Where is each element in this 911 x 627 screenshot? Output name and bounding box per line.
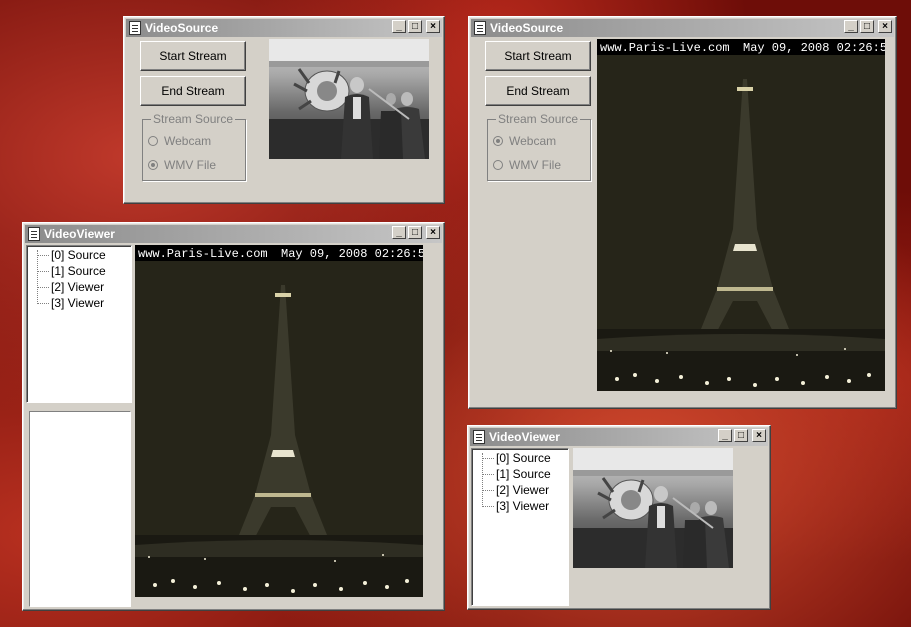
window-title: VideoSource <box>490 21 564 35</box>
radio-label: Webcam <box>164 134 212 148</box>
start-stream-button[interactable]: Start Stream <box>485 41 591 71</box>
radio-button[interactable] <box>493 160 503 170</box>
start-stream-button[interactable]: Start Stream <box>140 41 246 71</box>
radio-wmv-file[interactable]: WMV File <box>148 158 216 172</box>
radio-webcam[interactable]: Webcam <box>493 134 556 148</box>
app-icon[interactable] <box>474 21 486 35</box>
stream-source-group: Stream Source Webcam WMV File <box>142 112 246 181</box>
title-bar[interactable]: VideoSource _ □ × <box>126 19 442 37</box>
title-bar[interactable]: VideoSource _ □ × <box>471 19 894 37</box>
window-title: VideoSource <box>145 21 219 35</box>
tree-item[interactable]: [2] Viewer <box>482 483 549 497</box>
tree-item[interactable]: [3] Viewer <box>482 499 549 513</box>
close-icon[interactable]: × <box>752 429 766 442</box>
window-title: VideoViewer <box>489 430 560 444</box>
video-viewer-window-2[interactable]: VideoViewer _ □ × [0] Source [1] Source … <box>467 425 771 610</box>
video-preview <box>269 39 429 159</box>
video-preview: www.Paris-Live.com May 09, 2008 02:26:54 <box>597 39 885 391</box>
radio-label: WMV File <box>509 158 561 172</box>
stream-source-group: Stream Source Webcam WMV File <box>487 112 591 181</box>
tree-item[interactable]: [1] Source <box>482 467 551 481</box>
eiffel-tower-night-photo <box>135 245 423 597</box>
video-source-window-2[interactable]: VideoSource _ □ × Start Stream End Strea… <box>468 16 897 409</box>
stream-tree-view[interactable]: [0] Source [1] Source [2] Viewer [3] Vie… <box>26 245 132 403</box>
group-label: Stream Source <box>151 112 236 126</box>
radio-label: WMV File <box>164 158 216 172</box>
plane-photo <box>573 448 733 568</box>
app-icon[interactable] <box>473 430 485 444</box>
video-source-window-1[interactable]: VideoSource _ □ × Start Stream End Strea… <box>123 16 445 204</box>
app-icon[interactable] <box>129 21 141 35</box>
maximize-icon[interactable]: □ <box>860 20 874 33</box>
radio-button[interactable] <box>148 136 158 146</box>
maximize-icon[interactable]: □ <box>408 226 422 239</box>
plane-photo <box>269 39 429 159</box>
details-panel[interactable] <box>29 411 131 607</box>
title-bar[interactable]: VideoViewer _ □ × <box>25 225 442 243</box>
stream-tree-view[interactable]: [0] Source [1] Source [2] Viewer [3] Vie… <box>471 448 569 606</box>
video-overlay-site: www.Paris-Live.com <box>138 247 268 261</box>
close-icon[interactable]: × <box>426 20 440 33</box>
video-overlay-datetime: May 09, 2008 02:26:54 <box>743 41 885 55</box>
eiffel-tower-night-photo <box>597 39 885 391</box>
app-icon[interactable] <box>28 227 40 241</box>
minimize-icon[interactable]: _ <box>844 20 858 33</box>
close-icon[interactable]: × <box>878 20 892 33</box>
minimize-icon[interactable]: _ <box>392 20 406 33</box>
title-bar[interactable]: VideoViewer _ □ × <box>470 428 768 446</box>
maximize-icon[interactable]: □ <box>408 20 422 33</box>
tree-item[interactable]: [0] Source <box>482 451 551 465</box>
video-viewer-window-1[interactable]: VideoViewer _ □ × [0] Source [1] Source … <box>22 222 445 611</box>
tree-item[interactable]: [3] Viewer <box>37 296 104 310</box>
radio-label: Webcam <box>509 134 557 148</box>
video-overlay-site: www.Paris-Live.com <box>600 41 730 55</box>
end-stream-button[interactable]: End Stream <box>140 76 246 106</box>
tree-item[interactable]: [0] Source <box>37 248 106 262</box>
radio-webcam[interactable]: Webcam <box>148 134 211 148</box>
group-label: Stream Source <box>496 112 581 126</box>
window-title: VideoViewer <box>44 227 115 241</box>
radio-button-selected[interactable] <box>148 160 158 170</box>
video-overlay-datetime: May 09, 2008 02:26:54 <box>281 247 423 261</box>
video-display: www.Paris-Live.com May 09, 2008 02:26:54 <box>135 245 423 597</box>
minimize-icon[interactable]: _ <box>392 226 406 239</box>
close-icon[interactable]: × <box>426 226 440 239</box>
radio-button-selected[interactable] <box>493 136 503 146</box>
end-stream-button[interactable]: End Stream <box>485 76 591 106</box>
tree-item[interactable]: [2] Viewer <box>37 280 104 294</box>
maximize-icon[interactable]: □ <box>734 429 748 442</box>
tree-item[interactable]: [1] Source <box>37 264 106 278</box>
video-display <box>573 448 733 568</box>
radio-wmv-file[interactable]: WMV File <box>493 158 561 172</box>
minimize-icon[interactable]: _ <box>718 429 732 442</box>
